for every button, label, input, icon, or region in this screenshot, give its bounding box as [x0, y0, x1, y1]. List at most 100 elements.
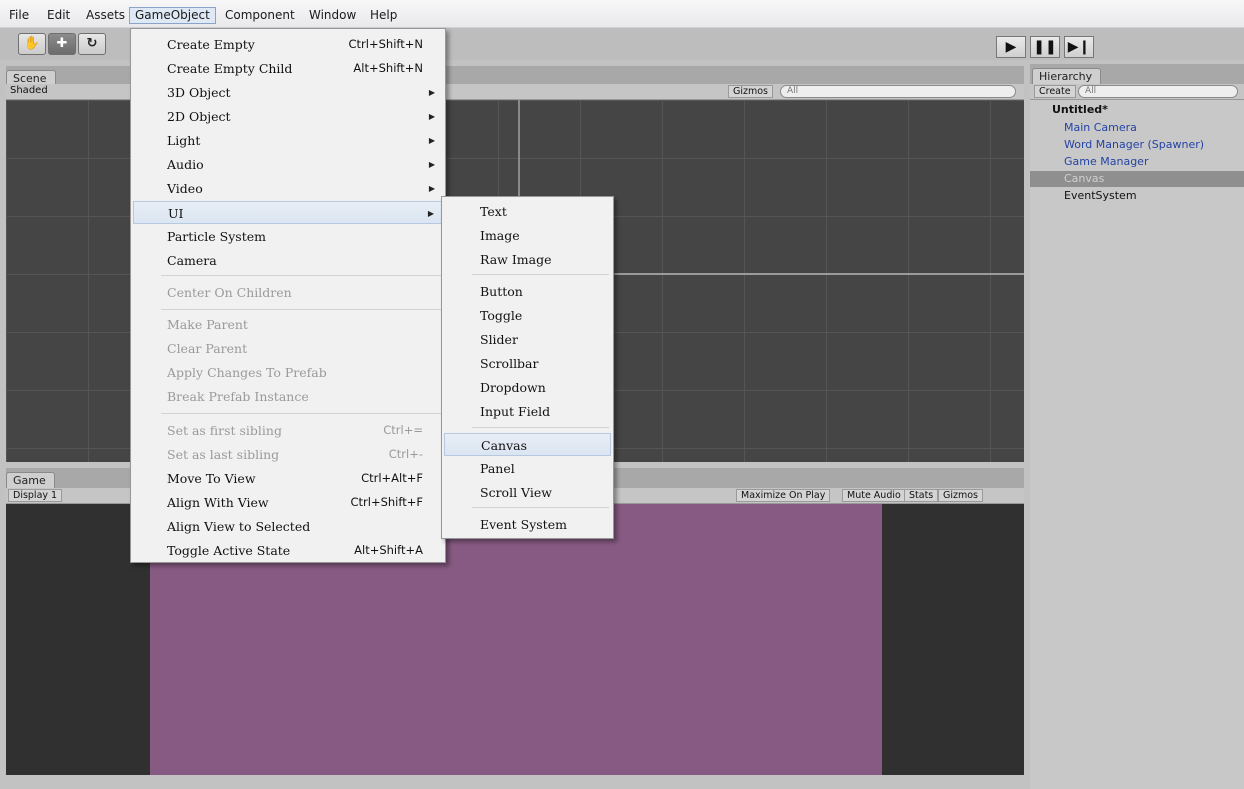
hierarchy-tabbar: Hierarchy [1030, 64, 1244, 84]
menu-item-create-empty-child[interactable]: Create Empty Child Alt+Shift+N [133, 57, 443, 80]
menu-item-label: Create Empty Child [167, 61, 293, 76]
menu-component[interactable]: Component [220, 7, 300, 24]
menu-item-particle-system[interactable]: Particle System [133, 225, 443, 248]
menu-separator [472, 427, 609, 428]
hierarchy-item-label: Canvas [1064, 172, 1105, 185]
ui-menu-item-input-field[interactable]: Input Field [444, 400, 611, 423]
tab-hierarchy[interactable]: Hierarchy [1032, 68, 1102, 84]
menu-separator [161, 275, 441, 276]
game-tab-label: Game [13, 474, 46, 487]
menu-item-apply-changes-to-prefab: Apply Changes To Prefab [133, 361, 443, 384]
menu-item-label: Particle System [167, 229, 266, 244]
menu-item-align-view-to-selected[interactable]: Align View to Selected [133, 515, 443, 538]
menu-item-create-empty[interactable]: Create Empty Ctrl+Shift+N [133, 33, 443, 56]
menu-item-label: Text [480, 204, 507, 219]
rotate-tool-icon[interactable]: ↻ [78, 33, 106, 55]
menu-item-label: Apply Changes To Prefab [167, 365, 327, 380]
menu-item-label: Set as first sibling [167, 423, 282, 438]
ui-menu-item-panel[interactable]: Panel [444, 457, 611, 480]
move-tool-icon[interactable]: ✚ [48, 33, 76, 55]
menu-item-label: Input Field [480, 404, 551, 419]
hierarchy-item-label: Word Manager (Spawner) [1064, 138, 1205, 151]
menu-item-label: Raw Image [480, 252, 552, 267]
menu-item-label: Clear Parent [167, 341, 248, 356]
ui-menu-item-text[interactable]: Text [444, 200, 611, 223]
submenu-arrow-icon: ▶ [428, 184, 435, 193]
menu-item-label: Dropdown [480, 380, 546, 395]
hand-tool-icon[interactable]: ✋ [18, 33, 46, 55]
menu-edit[interactable]: Edit [42, 7, 75, 24]
ui-menu-item-scroll-view[interactable]: Scroll View [444, 481, 611, 504]
menu-item-label: 2D Object [167, 109, 231, 124]
ui-menu-item-toggle[interactable]: Toggle [444, 304, 611, 327]
ui-menu-item-image[interactable]: Image [444, 224, 611, 247]
game-gizmos-button[interactable]: Gizmos [938, 489, 984, 502]
hierarchy-item[interactable]: EventSystem [1030, 188, 1244, 204]
display-select[interactable]: Display 1 [8, 489, 63, 502]
hierarchy-item[interactable]: Game Manager [1030, 154, 1244, 170]
menu-item-label: Slider [480, 332, 518, 347]
menu-item-label: Scroll View [480, 485, 552, 500]
play-icon[interactable]: ▶ [996, 36, 1026, 58]
stats-toggle[interactable]: Stats [904, 489, 939, 502]
ui-menu-item-event-system[interactable]: Event System [444, 513, 611, 536]
menu-item-ui[interactable]: UI ▶ [133, 201, 443, 224]
menu-item-label: Image [480, 228, 520, 243]
submenu-arrow-icon: ▶ [428, 136, 435, 145]
menu-bar: File Edit Assets GameObject Component Wi… [0, 0, 1244, 28]
scene-root-item[interactable]: Untitled* [1030, 102, 1244, 118]
mute-audio-toggle[interactable]: Mute Audio [842, 489, 906, 502]
menu-assets[interactable]: Assets [81, 7, 130, 24]
hierarchy-item-selected[interactable]: Canvas [1030, 171, 1244, 187]
menu-help[interactable]: Help [365, 7, 402, 24]
pause-icon[interactable]: ❚❚ [1030, 36, 1060, 58]
menu-item-3d-object[interactable]: 3D Object ▶ [133, 81, 443, 104]
ui-menu-item-raw-image[interactable]: Raw Image [444, 248, 611, 271]
menu-file[interactable]: File [4, 7, 34, 24]
hierarchy-search-input[interactable]: All [1078, 85, 1238, 98]
tab-game[interactable]: Game [6, 472, 55, 488]
menu-item-align-with-view[interactable]: Align With View Ctrl+Shift+F [133, 491, 443, 514]
menu-item-label: Light [167, 133, 201, 148]
menu-item-label: Audio [167, 157, 204, 172]
ui-menu-item-canvas[interactable]: Canvas [444, 433, 611, 456]
scene-search-input[interactable]: All [780, 85, 1016, 98]
menu-separator [161, 413, 441, 414]
ui-submenu: Text Image Raw Image Button Toggle Slider Scro… [441, 196, 614, 539]
menu-item-label: Toggle [480, 308, 523, 323]
menu-gameobject[interactable]: GameObject [129, 7, 216, 24]
step-icon[interactable]: ▶❙ [1064, 36, 1094, 58]
gizmos-button[interactable]: Gizmos [728, 85, 774, 98]
menu-item-toggle-active-state[interactable]: Toggle Active State Alt+Shift+A [133, 539, 443, 562]
menu-item-audio[interactable]: Audio ▶ [133, 153, 443, 176]
ui-menu-item-button[interactable]: Button [444, 280, 611, 303]
ui-menu-item-dropdown[interactable]: Dropdown [444, 376, 611, 399]
hierarchy-item-label: EventSystem [1064, 189, 1137, 202]
menu-item-clear-parent: Clear Parent [133, 337, 443, 360]
menu-window[interactable]: Window [304, 7, 361, 24]
gameobject-menu: Create Empty Ctrl+Shift+N Create Empty Chi… [130, 28, 446, 563]
menu-item-2d-object[interactable]: 2D Object ▶ [133, 105, 443, 128]
menu-item-light[interactable]: Light ▶ [133, 129, 443, 152]
menu-item-video[interactable]: Video ▶ [133, 177, 443, 200]
submenu-arrow-icon: ▶ [428, 88, 435, 97]
menu-item-label: Scrollbar [480, 356, 539, 371]
menu-item-make-parent: Make Parent [133, 313, 443, 336]
menu-item-label: Make Parent [167, 317, 248, 332]
shading-mode[interactable]: Shaded [10, 85, 48, 96]
menu-item-label: Button [480, 284, 523, 299]
maximize-on-play-toggle[interactable]: Maximize On Play [736, 489, 831, 502]
menu-item-shortcut: Ctrl+- [388, 447, 423, 461]
menu-item-camera[interactable]: Camera [133, 249, 443, 272]
menu-item-set-as-first-sibling: Set as first sibling Ctrl+= [133, 419, 443, 442]
hierarchy-item-label: Game Manager [1064, 155, 1149, 168]
menu-item-move-to-view[interactable]: Move To View Ctrl+Alt+F [133, 467, 443, 490]
ui-menu-item-slider[interactable]: Slider [444, 328, 611, 351]
hierarchy-create-button[interactable]: Create [1034, 85, 1076, 98]
menu-item-set-as-last-sibling: Set as last sibling Ctrl+- [133, 443, 443, 466]
menu-item-label: Event System [480, 517, 567, 532]
ui-menu-item-scrollbar[interactable]: Scrollbar [444, 352, 611, 375]
hierarchy-item[interactable]: Word Manager (Spawner) [1030, 137, 1244, 153]
hierarchy-item-label: Main Camera [1064, 121, 1137, 134]
hierarchy-item[interactable]: Main Camera [1030, 120, 1244, 136]
